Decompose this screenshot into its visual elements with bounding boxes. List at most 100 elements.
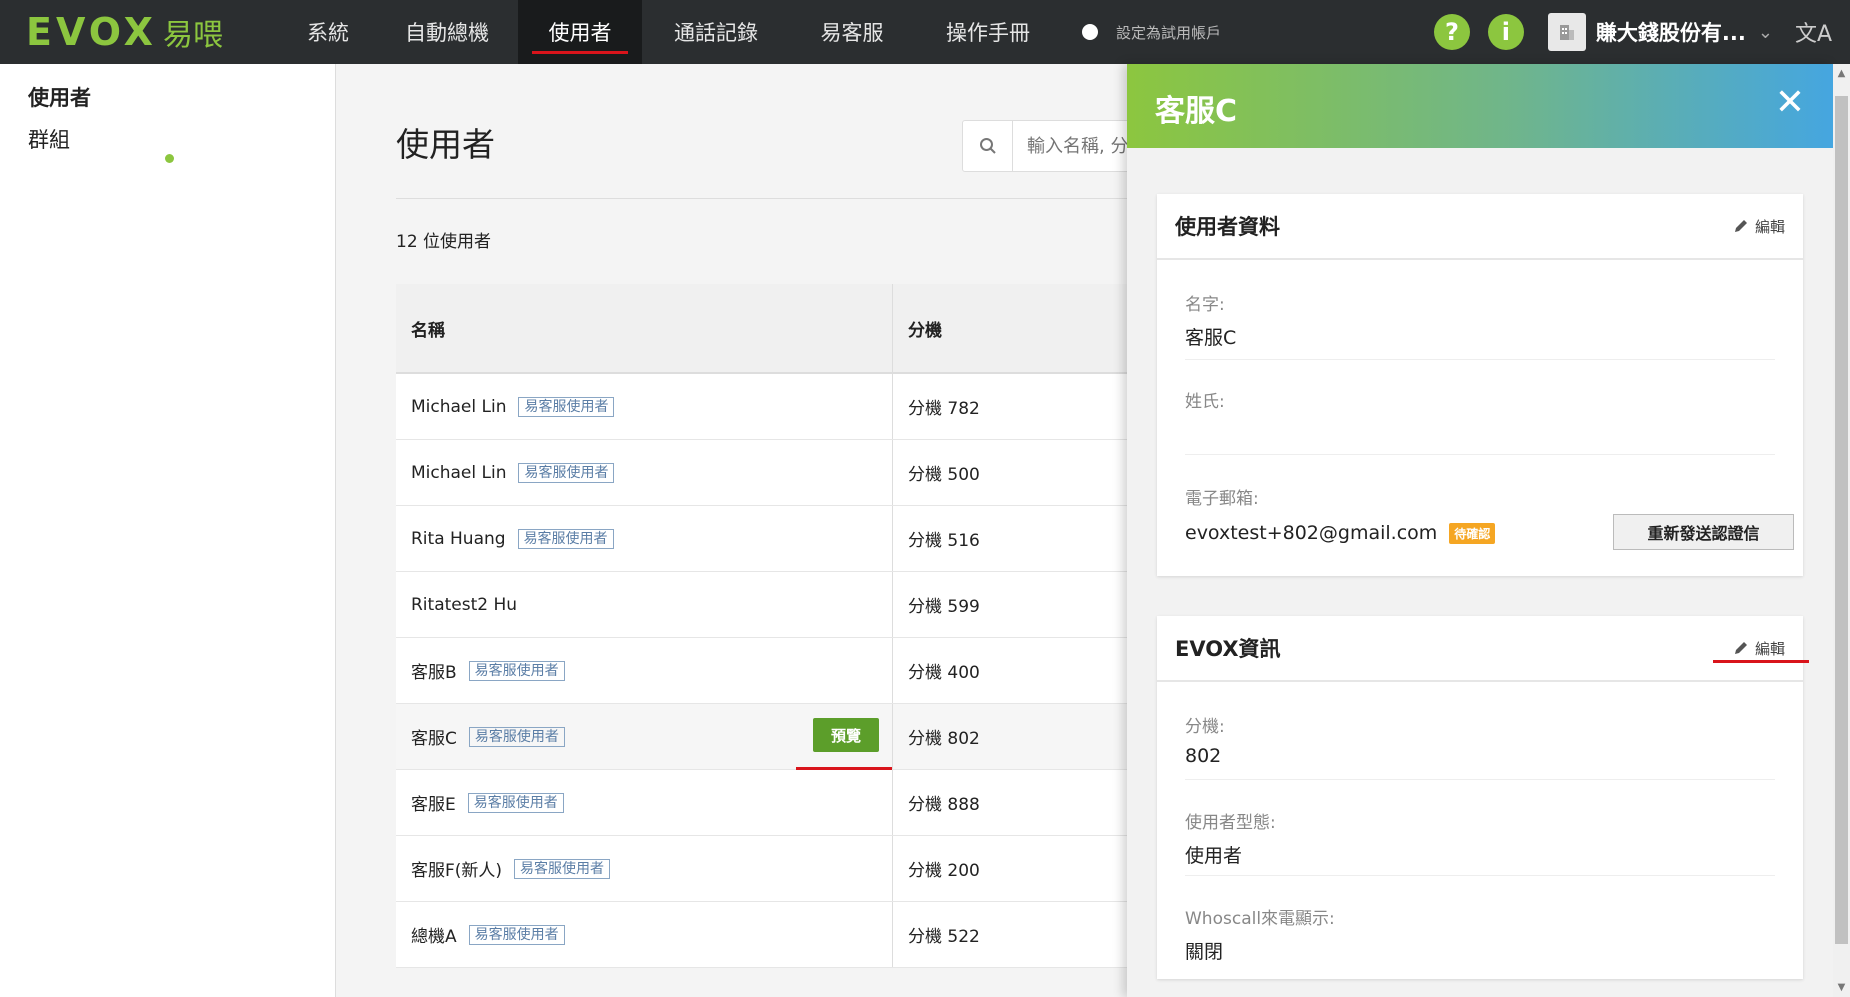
nav-users-label: 使用者 (548, 21, 612, 45)
edit-label: 編輯 (1754, 639, 1785, 658)
scroll-up-icon[interactable]: ▲ (1836, 68, 1847, 79)
user-count: 12 位使用者 (396, 232, 492, 252)
card-header: EVOX資訊 編輯 (1157, 616, 1803, 682)
ext-cell: 分機 500 (908, 465, 980, 485)
nav-users[interactable]: 使用者 (518, 0, 642, 64)
user-tag: 易客服使用者 (518, 462, 615, 483)
toggle-knob (1082, 24, 1098, 40)
resend-verification-button[interactable]: 重新發送認證信 (1613, 514, 1794, 550)
nav-system[interactable]: 系統 (280, 0, 376, 64)
nav-auto-attendant[interactable]: 自動總機 (376, 0, 518, 64)
sidebar-item-users[interactable]: 使用者 (28, 82, 91, 112)
sidebar: 使用者 群組 (0, 64, 336, 997)
close-icon[interactable]: ✕ (1775, 82, 1805, 123)
search-icon[interactable] (963, 121, 1013, 171)
name-cell: 客服C 易客服使用者 預覽 (396, 704, 893, 770)
ext-cell: 分機 522 (908, 927, 980, 947)
status-dot (165, 154, 174, 163)
card-header: 使用者資料 編輯 (1157, 194, 1803, 260)
nav-call-records-label: 通話記錄 (674, 21, 758, 45)
ext-cell: 分機 888 (908, 795, 980, 815)
column-header-ext[interactable]: 分機 (893, 284, 942, 372)
user-name: Ritatest2 Hu (411, 594, 518, 615)
info-icon[interactable]: i (1487, 14, 1524, 50)
name-cell: Ritatest2 Hu (396, 572, 893, 637)
trial-toggle-label: 設定為試用帳戶 (1116, 23, 1222, 42)
nav-easy-service[interactable]: 易客服 (790, 0, 914, 64)
logo-text: EVOX (26, 10, 157, 54)
name-cell: 客服B 易客服使用者 (396, 638, 893, 703)
last-name-value (1185, 420, 1775, 444)
user-name: 客服C (411, 729, 457, 749)
nav-auto-attendant-label: 自動總機 (405, 21, 489, 45)
user-type-value: 使用者 (1185, 845, 1243, 867)
name-cell: 客服E 易客服使用者 (396, 770, 893, 835)
edit-button[interactable]: 編輯 (1733, 216, 1785, 237)
trial-toggle[interactable]: 設定為試用帳戶 (1082, 22, 1221, 43)
first-name-value: 客服C (1185, 327, 1237, 349)
help-icon[interactable]: ? (1433, 14, 1470, 50)
name-cell: Rita Huang 易客服使用者 (396, 506, 893, 571)
user-info-card: 使用者資料 編輯 名字: 客服C 姓氏: 電子郵箱: evoxtest+802@… (1157, 194, 1803, 576)
top-nav-bar: EVOX 易喂 系統 自動總機 使用者 通話記錄 易客服 操作手冊 設定為試用帳… (0, 0, 1850, 64)
nav-manual[interactable]: 操作手冊 (914, 0, 1062, 64)
nav-manual-label: 操作手冊 (946, 21, 1030, 45)
page-title: 使用者 (396, 125, 495, 164)
name-cell: Michael Lin 易客服使用者 (396, 440, 893, 505)
panel-title: 客服C (1155, 94, 1238, 129)
ext-value: 802 (1185, 745, 1222, 767)
whoscall-value: 關閉 (1185, 941, 1224, 963)
nav-system-label: 系統 (307, 21, 349, 45)
user-tag: 易客服使用者 (467, 792, 564, 813)
active-nav-underline (532, 51, 628, 54)
language-icon[interactable]: 文A (1795, 16, 1832, 48)
main-nav: 系統 自動總機 使用者 通話記錄 易客服 操作手冊 (280, 0, 1062, 64)
panel-header: 客服C ✕ (1127, 64, 1833, 148)
edit-button[interactable]: 編輯 (1733, 638, 1785, 659)
evox-logo[interactable]: EVOX 易喂 (26, 0, 280, 64)
preview-button[interactable]: 預覽 (813, 718, 879, 752)
ext-cell: 分機 200 (908, 861, 980, 881)
last-name-field: 姓氏: (1185, 387, 1775, 455)
nav-call-records[interactable]: 通話記錄 (642, 0, 790, 64)
user-name: 客服E (411, 795, 456, 815)
name-cell: 總機A 易客服使用者 (396, 902, 893, 967)
first-name-field: 名字: 客服C (1185, 290, 1775, 360)
last-name-label: 姓氏: (1185, 392, 1225, 412)
pencil-icon (1734, 642, 1747, 654)
name-cell: Michael Lin 易客服使用者 (396, 374, 893, 439)
chevron-down-icon: ⌄ (1757, 21, 1773, 43)
scroll-down-icon[interactable]: ▼ (1836, 982, 1847, 993)
sidebar-item-groups[interactable]: 群組 (28, 124, 70, 154)
company-name: 賺大錢股份有... (1595, 21, 1746, 45)
card-title: EVOX資訊 (1175, 637, 1281, 661)
user-tag: 易客服使用者 (468, 660, 565, 681)
user-name: 客服B (411, 663, 457, 683)
pencil-icon (1734, 220, 1747, 232)
evox-info-card: EVOX資訊 編輯 分機: 802 使用者型態: 使用者 Whoscall來電顯… (1157, 616, 1803, 979)
user-name: 總機A (411, 927, 457, 947)
top-right-controls: ? i 賺大錢股份有... ⌄ 文A (1433, 0, 1850, 64)
whoscall-field: Whoscall來電顯示: 關閉 (1185, 904, 1775, 968)
whoscall-label: Whoscall來電顯示: (1185, 909, 1335, 929)
column-header-name[interactable]: 名稱 (396, 284, 893, 372)
ext-cell: 分機 400 (908, 663, 980, 683)
company-switcher[interactable]: 賺大錢股份有... ⌄ (1547, 13, 1773, 51)
logo-cn-text: 易喂 (162, 18, 223, 53)
ext-cell: 分機 516 (908, 531, 980, 551)
ext-cell: 分機 599 (908, 597, 980, 617)
scrollbar-thumb[interactable] (1835, 96, 1848, 944)
scrollbar[interactable]: ▲ ▼ (1833, 64, 1850, 997)
user-tag: 易客服使用者 (514, 858, 611, 879)
nav-easy-service-label: 易客服 (820, 21, 884, 45)
building-icon (1547, 13, 1586, 51)
name-cell: 客服F(新人) 易客服使用者 (396, 836, 893, 901)
ext-cell: 分機 802 (908, 729, 980, 749)
user-type-field: 使用者型態: 使用者 (1185, 808, 1775, 876)
email-value: evoxtest+802@gmail.com (1185, 522, 1438, 544)
email-field: 電子郵箱: evoxtest+802@gmail.com 待確認 重新發送認證信 (1185, 484, 1794, 554)
highlight-underline (1713, 660, 1809, 663)
ext-label: 分機: (1185, 717, 1225, 737)
email-label: 電子郵箱: (1185, 489, 1259, 509)
edit-label: 編輯 (1754, 217, 1785, 236)
